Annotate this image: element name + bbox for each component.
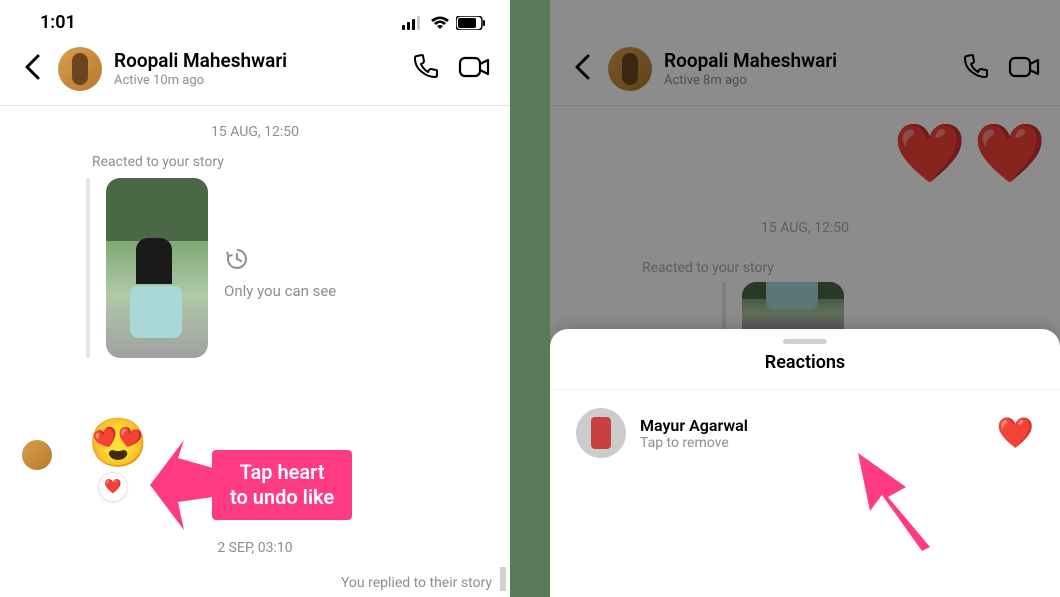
sender-avatar[interactable] (22, 440, 52, 470)
phone-screenshot-left: 1:01 Roopali Maheshwari Active 10m ago 1… (0, 0, 510, 597)
heart-icon: ❤️ (104, 479, 121, 495)
wifi-icon (430, 16, 450, 30)
scroll-indicator (500, 567, 506, 591)
only-you-block: Only you can see (224, 178, 336, 300)
header-name-block[interactable]: Roopali Maheshwari Active 10m ago (114, 50, 398, 88)
reaction-name: Mayur Agarwal (640, 416, 748, 435)
story-bar (86, 178, 90, 358)
status-time: 1:01 (40, 12, 76, 33)
status-icons (402, 16, 486, 30)
callout-annotation: Tap heart to undo like (150, 440, 352, 530)
story-reaction-row: Only you can see (0, 178, 510, 358)
chat-status: Active 10m ago (114, 73, 398, 88)
history-icon (224, 246, 250, 272)
sheet-title: Reactions (550, 352, 1060, 390)
phone-screenshot-right: x Roopali Maheshwari Active 8m ago ❤️ ❤️… (550, 0, 1060, 597)
callout-line1: Tap heart (230, 460, 334, 485)
like-heart-badge[interactable]: ❤️ (98, 472, 128, 502)
sheet-grabber[interactable] (783, 339, 827, 344)
video-call-button[interactable] (458, 52, 492, 86)
battery-icon (456, 16, 486, 30)
signal-icon (402, 16, 424, 30)
timestamp: 15 AUG, 12:50 (0, 106, 510, 154)
only-you-text: Only you can see (224, 282, 336, 300)
chat-name: Roopali Maheshwari (114, 50, 398, 73)
emoji-reaction[interactable]: 😍 (88, 414, 148, 471)
avatar[interactable] (58, 47, 102, 91)
audio-call-button[interactable] (410, 52, 440, 86)
replied-label: You replied to their story (341, 575, 492, 591)
reaction-avatar (576, 408, 626, 458)
reaction-heart-icon: ❤️ (997, 416, 1034, 451)
reaction-subtitle: Tap to remove (640, 435, 748, 451)
callout-line2: to undo like (230, 485, 334, 510)
reactions-sheet: Reactions Mayur Agarwal Tap to remove ❤️ (550, 329, 1060, 597)
story-thumbnail[interactable] (106, 178, 208, 358)
reacted-label: Reacted to your story (0, 154, 510, 178)
status-bar: 1:01 (0, 0, 510, 41)
arrow-annotation (840, 447, 950, 561)
timestamp-2: 2 SEP, 03:10 (0, 540, 510, 556)
reaction-row[interactable]: Mayur Agarwal Tap to remove ❤️ (550, 390, 1060, 476)
chat-header: Roopali Maheshwari Active 10m ago (0, 41, 510, 106)
back-button[interactable] (18, 50, 46, 89)
